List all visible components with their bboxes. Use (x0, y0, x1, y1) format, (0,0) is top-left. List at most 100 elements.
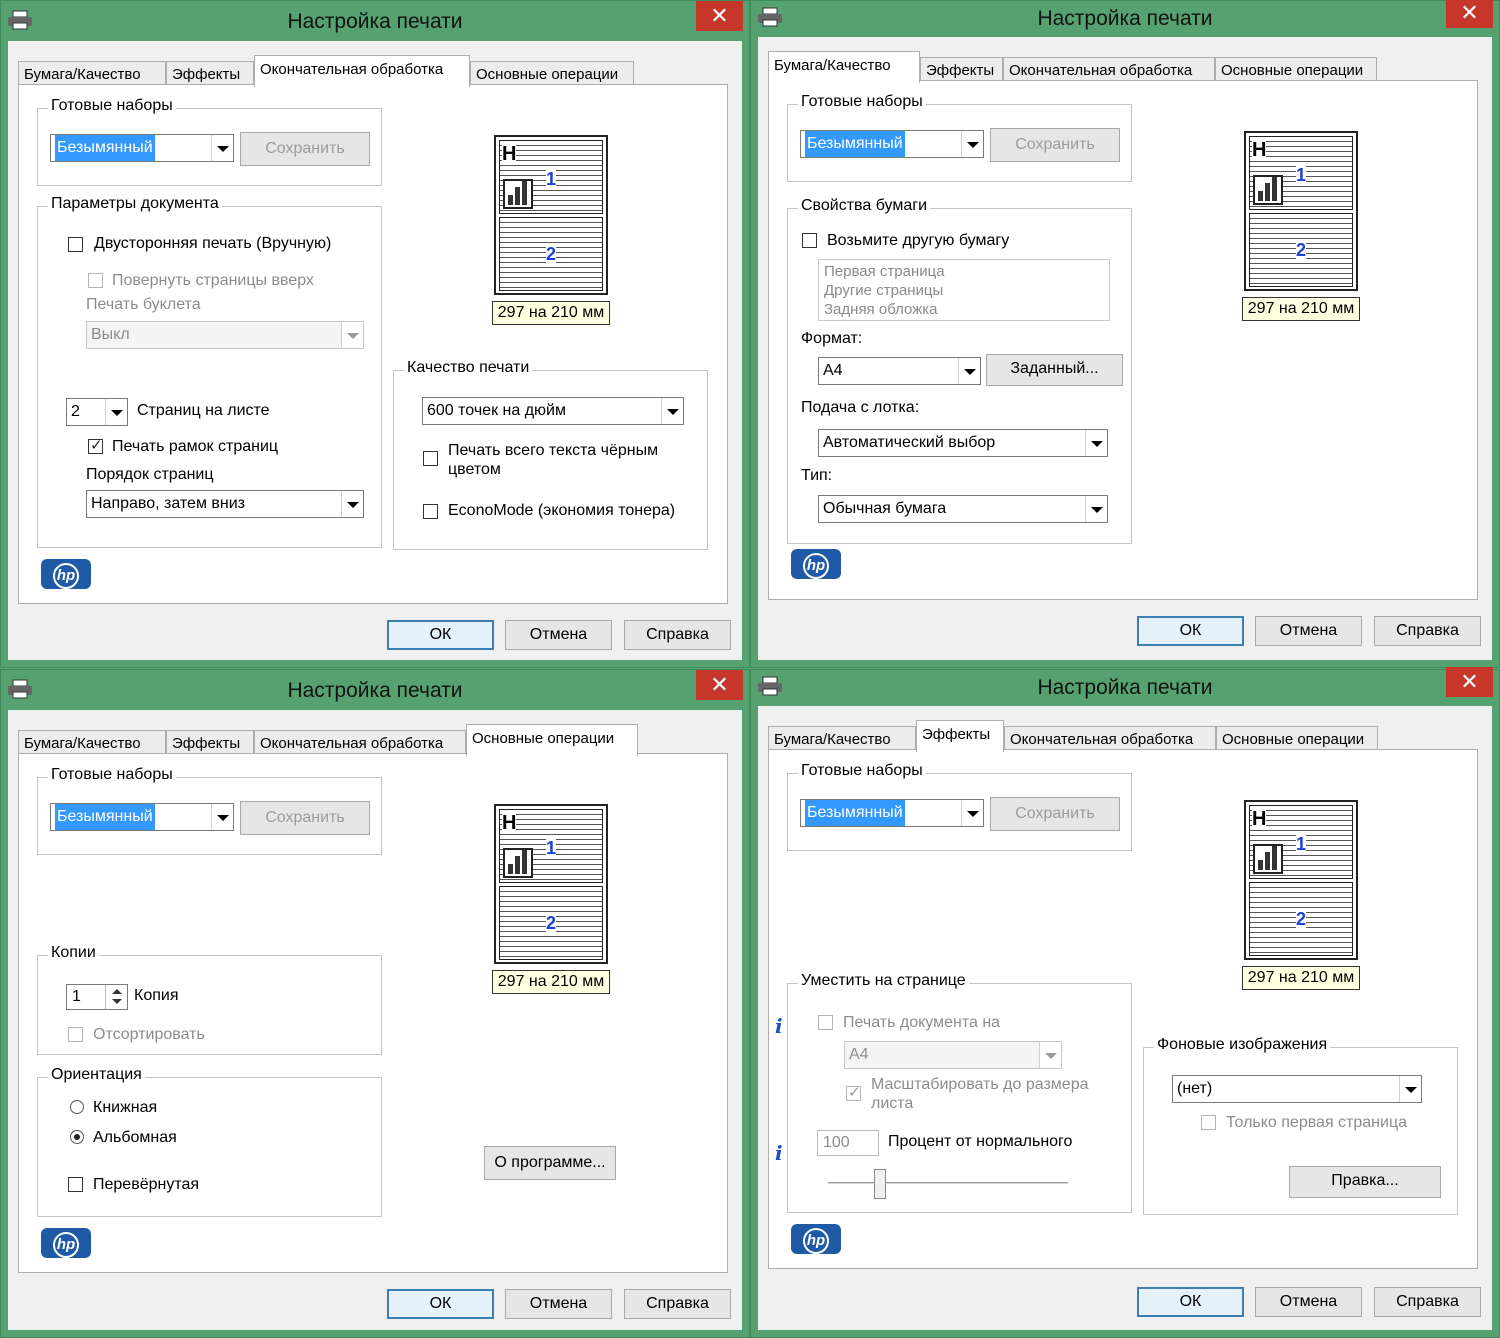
presets-value: Безымянный (55, 135, 155, 161)
cancel-button[interactable]: Отмена (1255, 616, 1362, 646)
close-icon[interactable]: ✕ (1446, 667, 1493, 697)
presets-select[interactable]: Безымянный (800, 799, 984, 827)
info-icon[interactable]: i (775, 1014, 799, 1038)
close-icon[interactable]: ✕ (1446, 0, 1493, 28)
rotated-checkbox[interactable] (68, 1177, 83, 1192)
print-on-select[interactable]: A4 (844, 1041, 1062, 1069)
chevron-down-icon (105, 399, 127, 425)
preview-page-1: H1 (499, 809, 603, 883)
percent-input[interactable]: 100 (817, 1130, 879, 1156)
all-black-label: Печать всего текста чёрным цветом (448, 441, 658, 479)
presets-label: Готовые наборы (798, 93, 926, 111)
copies-stepper[interactable]: 1 (66, 984, 128, 1010)
preview-page-1-number: 1 (546, 838, 557, 859)
help-button[interactable]: Справка (1374, 1287, 1481, 1317)
tab-effects[interactable]: Эффекты (916, 720, 1004, 752)
title-bar: Настройка печати ✕ (1, 670, 749, 710)
cancel-button[interactable]: Отмена (505, 1289, 612, 1319)
edit-watermark-button[interactable]: Правка... (1289, 1166, 1441, 1198)
tab-basics[interactable]: Основные операции (466, 724, 638, 756)
paper-type-select[interactable]: Обычная бумага (818, 495, 1108, 523)
page-order-select[interactable]: Направо, затем вниз (86, 490, 364, 518)
about-button[interactable]: О программе... (484, 1146, 616, 1180)
landscape-radio[interactable] (70, 1130, 84, 1144)
help-button[interactable]: Справка (1374, 616, 1481, 646)
collate-checkbox[interactable] (68, 1027, 83, 1042)
paper-source-select[interactable]: Автоматический выбор (818, 429, 1108, 457)
econo-mode-checkbox[interactable] (423, 504, 438, 519)
info-icon[interactable]: i (775, 1141, 799, 1165)
tab-finishing[interactable]: Окончательная обработка (254, 55, 470, 87)
print-quality-value: 600 точек на дюйм (427, 402, 566, 419)
save-preset-button[interactable]: Сохранить (990, 128, 1120, 162)
print-quality-select[interactable]: 600 точек на дюйм (422, 397, 684, 425)
pages-per-sheet-value: 2 (71, 403, 80, 420)
ok-button[interactable]: ОК (1137, 616, 1244, 646)
help-button[interactable]: Справка (624, 620, 731, 650)
preview-page-2-number: 2 (546, 913, 557, 934)
page-preview: H1 2 297 на 210 мм (1242, 131, 1360, 326)
presets-select[interactable]: Безымянный (50, 134, 234, 162)
save-preset-button[interactable]: Сохранить (240, 801, 370, 835)
watermark-select[interactable]: (нет) (1172, 1075, 1422, 1103)
ok-button[interactable]: ОК (387, 620, 494, 650)
paper-type-value: Обычная бумага (823, 500, 947, 517)
print-dialog-effects: Настройка печати ✕ Бумага/Качество Эффек… (750, 667, 1500, 1338)
scale-to-fit-checkbox[interactable] (846, 1083, 861, 1101)
list-item[interactable]: Задняя обложка (824, 300, 1104, 319)
tab-paper-quality[interactable]: Бумага/Качество (768, 51, 920, 83)
preview-heading: H (502, 143, 517, 165)
presets-select[interactable]: Безымянный (800, 130, 984, 158)
print-on-checkbox[interactable] (818, 1015, 833, 1030)
duplex-checkbox[interactable] (68, 237, 83, 252)
preview-page-1-number: 1 (546, 169, 557, 190)
preview-page-2-number: 2 (1296, 909, 1307, 930)
custom-size-button[interactable]: Заданный... (986, 354, 1123, 386)
close-icon[interactable]: ✕ (696, 670, 743, 700)
other-paper-checkbox[interactable] (802, 233, 817, 248)
slider-thumb[interactable] (874, 1169, 886, 1199)
cancel-button[interactable]: Отмена (505, 620, 612, 650)
spinner-arrows-icon[interactable] (105, 985, 127, 1009)
preview-size-label: 297 на 210 мм (1242, 297, 1360, 321)
list-item[interactable]: Первая страница (824, 262, 1104, 281)
all-black-checkbox[interactable] (423, 451, 438, 466)
paper-size-value: A4 (823, 362, 843, 379)
hp-logo: hp (41, 559, 91, 589)
print-on-value: A4 (849, 1046, 869, 1063)
list-item[interactable]: Другие страницы (824, 281, 1104, 300)
cancel-button[interactable]: Отмена (1255, 1287, 1362, 1317)
preview-page-1-number: 1 (1296, 834, 1307, 855)
close-icon[interactable]: ✕ (696, 1, 743, 31)
chevron-down-icon (961, 800, 983, 826)
portrait-radio[interactable] (70, 1100, 84, 1114)
paper-size-select[interactable]: A4 (818, 357, 981, 385)
chevron-down-icon (341, 322, 363, 348)
paper-type-label: Тип: (801, 467, 833, 484)
save-preset-button[interactable]: Сохранить (990, 797, 1120, 831)
page-borders-checkbox[interactable] (88, 436, 103, 454)
presets-group: Готовые наборы Безымянный Сохранить (787, 762, 1132, 851)
chart-icon (1253, 844, 1283, 874)
paper-page-list[interactable]: Первая страница Другие страницы Задняя о… (818, 259, 1110, 321)
save-preset-button[interactable]: Сохранить (240, 132, 370, 166)
presets-label: Готовые наборы (48, 97, 176, 115)
chevron-down-icon (211, 804, 233, 830)
first-page-only-checkbox[interactable] (1201, 1115, 1216, 1130)
chevron-down-icon (961, 131, 983, 157)
preview-sheet: H1 2 (494, 135, 608, 295)
preview-page-1: H1 (1249, 805, 1353, 879)
flip-pages-checkbox[interactable] (88, 273, 103, 288)
help-button[interactable]: Справка (624, 1289, 731, 1319)
percent-value: 100 (823, 1134, 850, 1151)
booklet-select[interactable]: Выкл (86, 321, 364, 349)
ok-button[interactable]: ОК (387, 1289, 494, 1319)
preview-heading: H (1252, 808, 1267, 830)
ok-button[interactable]: ОК (1137, 1287, 1244, 1317)
pages-per-sheet-select[interactable]: 2 (66, 398, 128, 426)
presets-select[interactable]: Безымянный (50, 803, 234, 831)
copies-value: 1 (72, 988, 81, 1005)
percent-label: Процент от нормального (888, 1133, 1073, 1150)
preview-page-2-number: 2 (1296, 240, 1307, 261)
scale-slider[interactable] (828, 1169, 1068, 1199)
